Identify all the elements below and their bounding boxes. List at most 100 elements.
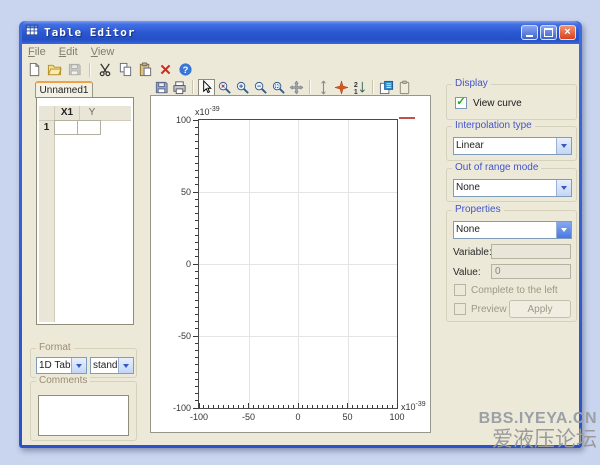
tick-mark — [195, 285, 198, 286]
save-icon[interactable] — [66, 61, 83, 78]
clipboard-icon[interactable] — [396, 79, 413, 96]
chevron-down-icon[interactable] — [556, 180, 571, 196]
new-icon[interactable] — [26, 61, 43, 78]
tick-mark — [195, 314, 198, 315]
tick-mark — [195, 170, 198, 171]
tick-mark — [238, 405, 239, 408]
cursor-line-icon[interactable] — [315, 79, 332, 96]
format-group-label: Format — [36, 342, 74, 353]
tick-mark — [195, 271, 198, 272]
gridline — [199, 264, 397, 265]
tick-mark — [193, 120, 198, 121]
zoom-in-icon[interactable] — [234, 79, 251, 96]
copy-plot-icon[interactable] — [378, 79, 395, 96]
curve-legend-sample — [399, 117, 415, 119]
maximize-button[interactable] — [540, 25, 557, 40]
properties-value: None — [454, 222, 556, 238]
print-icon[interactable] — [171, 79, 188, 96]
delete-icon[interactable] — [157, 61, 174, 78]
complete-left-checkbox[interactable] — [454, 284, 466, 296]
tick-mark — [195, 206, 198, 207]
variable-field[interactable] — [491, 244, 571, 259]
tick-mark — [195, 228, 198, 229]
cell-y-1[interactable] — [77, 120, 101, 135]
watermark-line1: BBS.IYEYA.CN — [479, 410, 597, 428]
zoom-out-icon[interactable] — [252, 79, 269, 96]
row-header-strip — [39, 106, 55, 322]
column-header-y[interactable]: Y — [79, 106, 104, 120]
table-type-select[interactable]: 1D Table — [36, 357, 87, 374]
tick-mark — [223, 405, 224, 408]
menu-bar: File Edit View — [22, 44, 579, 60]
zoom-region-icon[interactable] — [270, 79, 287, 96]
x-tick-label: 100 — [384, 412, 410, 422]
x-tick-label: -100 — [186, 412, 212, 422]
tick-mark — [278, 405, 279, 408]
cell-x1-1[interactable] — [54, 120, 78, 135]
out-of-range-select[interactable]: None — [453, 179, 572, 197]
pan-icon[interactable] — [288, 79, 305, 96]
menu-file[interactable]: File — [28, 46, 46, 58]
x-tick-label: -50 — [236, 412, 262, 422]
menu-edit[interactable]: Edit — [59, 46, 78, 58]
open-icon[interactable] — [46, 61, 63, 78]
window-client-area: File Edit View ? Unnamed1 X1 Y 1 Format — [22, 44, 579, 445]
tick-mark — [352, 405, 353, 408]
properties-select[interactable]: None — [453, 221, 572, 239]
tick-mark — [233, 405, 234, 408]
gridline — [199, 192, 397, 193]
chevron-down-icon[interactable] — [71, 358, 86, 373]
menu-view[interactable]: View — [91, 46, 115, 58]
preview-checkbox[interactable] — [454, 303, 466, 315]
tick-mark — [195, 292, 198, 293]
table-style-select[interactable]: standard — [90, 357, 134, 374]
apply-button[interactable]: Apply — [509, 300, 571, 318]
tick-mark — [195, 256, 198, 257]
save-icon[interactable] — [153, 79, 170, 96]
y-axis-scale-label: x10-39 — [195, 106, 220, 117]
chevron-down-icon[interactable] — [556, 138, 571, 154]
plot-canvas[interactable]: x10-39 x10-39 -100-50050100100500-50-100 — [198, 119, 398, 409]
paste-icon[interactable] — [137, 61, 154, 78]
window-title: Table Editor — [44, 26, 135, 39]
table-style-value: standard — [91, 358, 118, 373]
minimize-button[interactable] — [521, 25, 538, 40]
interpolation-select[interactable]: Linear — [453, 137, 572, 155]
variable-label: Variable: — [453, 247, 492, 258]
tick-mark — [193, 408, 198, 409]
help-icon[interactable]: ? — [177, 61, 194, 78]
table-type-value: 1D Table — [37, 358, 71, 373]
tick-mark — [195, 321, 198, 322]
copy-icon[interactable] — [117, 61, 134, 78]
tick-mark — [195, 364, 198, 365]
tick-mark — [293, 405, 294, 408]
sheet-tab[interactable]: Unnamed1 — [35, 81, 93, 98]
tick-mark — [347, 403, 348, 408]
tick-mark — [195, 199, 198, 200]
data-point-icon[interactable] — [333, 79, 350, 96]
pointer-icon[interactable] — [198, 79, 215, 96]
comments-input[interactable] — [38, 395, 129, 436]
tick-mark — [195, 343, 198, 344]
check-icon: ✓ — [456, 97, 465, 108]
cut-icon[interactable] — [97, 61, 114, 78]
tick-mark — [199, 403, 200, 408]
value-field[interactable]: 0 — [491, 264, 571, 279]
row-number[interactable]: 1 — [39, 120, 54, 135]
toolbar-separator — [309, 80, 311, 94]
tick-mark — [332, 405, 333, 408]
close-button[interactable]: × — [559, 25, 576, 40]
toolbar-separator — [372, 80, 374, 94]
chevron-down-icon[interactable] — [556, 222, 571, 238]
column-header-x1[interactable]: X1 — [54, 106, 79, 120]
sort-icon[interactable]: 21 — [351, 79, 368, 96]
chevron-down-icon[interactable] — [118, 358, 133, 373]
y-tick-label: 100 — [165, 115, 191, 125]
zoom-dynamic-icon[interactable] — [216, 79, 233, 96]
tick-mark — [195, 249, 198, 250]
tick-mark — [367, 405, 368, 408]
table-header-row: X1 Y — [39, 106, 131, 121]
tick-mark — [195, 379, 198, 380]
view-curve-checkbox[interactable]: ✓ — [455, 97, 467, 109]
tick-mark — [195, 386, 198, 387]
